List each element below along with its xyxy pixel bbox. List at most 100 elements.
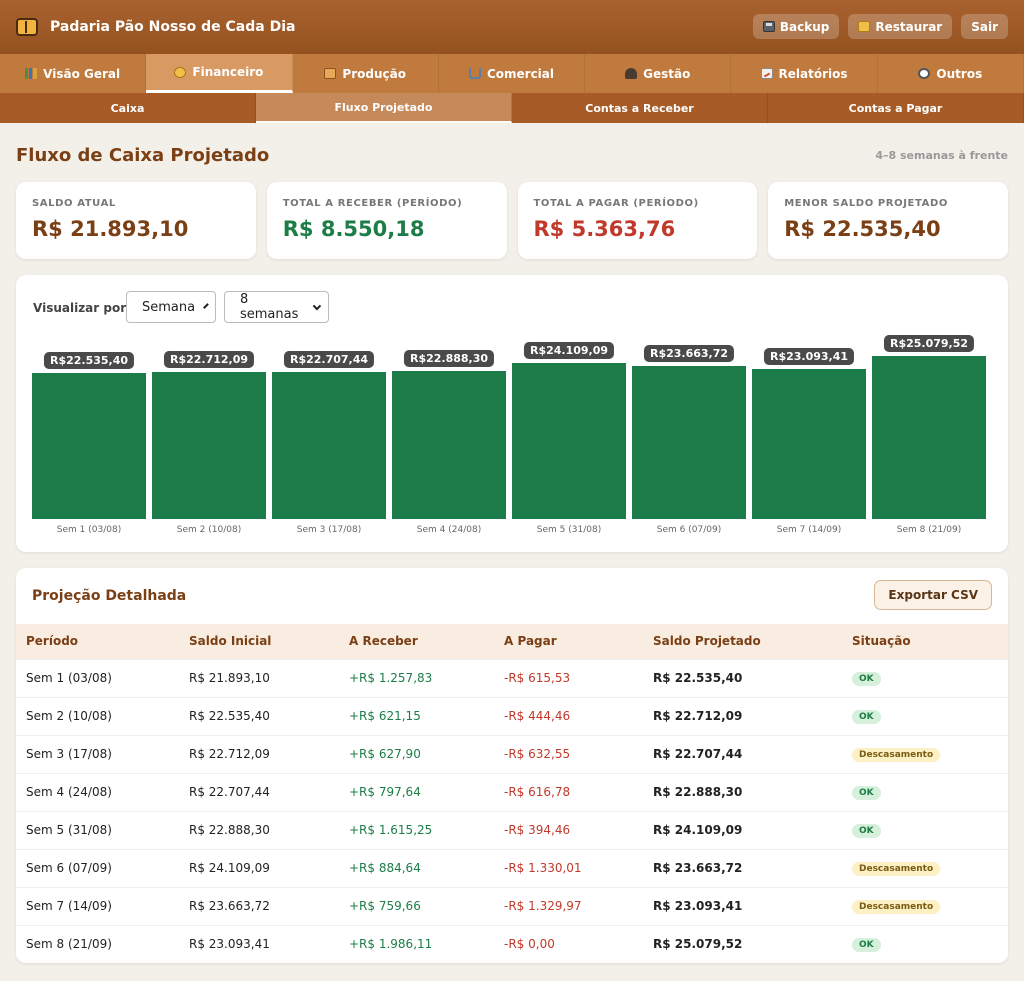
column-header: Período bbox=[26, 634, 79, 649]
x-tick-label: Sem 1 (03/08) bbox=[56, 525, 122, 535]
start-balance-cell: R$ 23.663,72 bbox=[179, 886, 339, 925]
kpi-label: TOTAL A PAGAR (PERÍODO) bbox=[533, 198, 699, 209]
subtab-contas-a-receber[interactable]: Contas a Receber bbox=[512, 93, 768, 123]
app-title: Padaria Pão Nosso de Cada Dia bbox=[50, 19, 296, 35]
payable-cell: -R$ 615,53 bbox=[494, 658, 643, 697]
column-header: Saldo Inicial bbox=[189, 634, 272, 649]
projected-balance-cell: R$ 23.093,41 bbox=[643, 886, 842, 925]
payable-cell: -R$ 394,46 bbox=[494, 810, 643, 849]
tab-visao-geral[interactable]: Visão Geral bbox=[0, 54, 147, 93]
tab-relatorios[interactable]: Relatórios bbox=[731, 54, 878, 93]
start-balance-cell: R$ 22.535,40 bbox=[179, 696, 339, 735]
bar-value-label: R$22.888,30 bbox=[403, 350, 495, 367]
kpi-value: R$ 22.535,40 bbox=[784, 217, 941, 241]
app-header: Padaria Pão Nosso de Cada Dia Backup Res… bbox=[0, 0, 1024, 54]
bar-value-label: R$23.663,72 bbox=[643, 345, 735, 362]
tab-label: Gestão bbox=[643, 66, 691, 81]
kpi-cards: SALDO ATUAL R$ 21.893,10 TOTAL A RECEBER… bbox=[16, 182, 1008, 259]
status-badge: OK bbox=[852, 824, 881, 838]
receivable-cell: +R$ 1.257,83 bbox=[339, 658, 494, 697]
backup-button[interactable]: Backup bbox=[752, 14, 840, 39]
status-badge: OK bbox=[852, 672, 881, 686]
period-cell: Sem 4 (24/08) bbox=[16, 772, 179, 811]
page-subtitle: 4–8 semanas à frente bbox=[875, 149, 1008, 162]
bar-value-label: R$22.707,44 bbox=[283, 351, 375, 368]
kpi-value: R$ 8.550,18 bbox=[282, 217, 425, 241]
period-cell: Sem 8 (21/09) bbox=[16, 924, 179, 963]
x-tick-label: Sem 5 (31/08) bbox=[536, 525, 602, 535]
restore-button[interactable]: Restaurar bbox=[848, 14, 953, 39]
start-balance-cell: R$ 24.109,09 bbox=[179, 848, 339, 887]
kpi-card-saldo-atual: SALDO ATUAL R$ 21.893,10 bbox=[16, 182, 256, 259]
status-cell: OK bbox=[842, 696, 1008, 735]
chart-card: Visualizar por: Semana 8 semanas R$22.53… bbox=[16, 275, 1008, 552]
status-badge: Descasamento bbox=[852, 862, 941, 876]
projected-balance-cell: R$ 25.079,52 bbox=[643, 924, 842, 963]
status-badge: OK bbox=[852, 938, 881, 953]
start-balance-cell: R$ 22.707,44 bbox=[179, 772, 339, 811]
bar-value-label: R$22.535,40 bbox=[43, 352, 135, 369]
payable-cell: -R$ 0,00 bbox=[494, 924, 643, 963]
table-row: Sem 5 (31/08) R$ 22.888,30 +R$ 1.615,25 -R$… bbox=[16, 810, 1008, 849]
logout-button[interactable]: Sair bbox=[961, 14, 1008, 39]
chart-bar bbox=[872, 356, 986, 519]
kpi-value: R$ 5.363,76 bbox=[533, 217, 676, 241]
chart-icon bbox=[25, 68, 38, 79]
table-row: Sem 4 (24/08) R$ 22.707,44 +R$ 797,64 -R$ 6… bbox=[16, 772, 1008, 811]
page-title: Fluxo de Caixa Projetado bbox=[16, 145, 270, 166]
x-tick-label: Sem 3 (17/08) bbox=[296, 525, 362, 535]
table-row: Sem 2 (10/08) R$ 22.535,40 +R$ 621,15 -R$ 4… bbox=[16, 696, 1008, 735]
receivable-cell: +R$ 627,90 bbox=[339, 734, 494, 773]
tab-label: Outros bbox=[936, 66, 983, 81]
x-tick-label: Sem 7 (14/09) bbox=[776, 525, 842, 535]
table-row: Sem 7 (14/09) R$ 23.663,72 +R$ 759,66 -R$ 1… bbox=[16, 886, 1008, 925]
status-cell: OK bbox=[842, 924, 1008, 963]
projected-balance-cell: R$ 22.888,30 bbox=[643, 772, 842, 811]
coin-icon bbox=[174, 66, 187, 78]
bar-value-label: R$24.109,09 bbox=[523, 342, 615, 359]
tab-label: Comercial bbox=[486, 66, 555, 81]
period-cell: Sem 5 (31/08) bbox=[16, 810, 179, 849]
subtab-caixa[interactable]: Caixa bbox=[0, 93, 256, 123]
restore-label: Restaurar bbox=[875, 19, 943, 34]
status-badge: OK bbox=[852, 710, 881, 724]
tab-comercial[interactable]: Comercial bbox=[439, 54, 586, 93]
tab-outros[interactable]: Outros bbox=[878, 54, 1024, 93]
start-balance-cell: R$ 23.093,41 bbox=[179, 924, 339, 963]
export-csv-button[interactable]: Exportar CSV bbox=[874, 580, 992, 610]
period-cell: Sem 2 (10/08) bbox=[16, 696, 179, 735]
subtab-contas-a-pagar[interactable]: Contas a Pagar bbox=[768, 93, 1024, 123]
kpi-label: MENOR SALDO PROJETADO bbox=[784, 198, 948, 209]
period-cell: Sem 6 (07/09) bbox=[16, 848, 179, 887]
projected-balance-cell: R$ 24.109,09 bbox=[643, 810, 842, 849]
kpi-card-total-a-receber: TOTAL A RECEBER (PERÍODO) R$ 8.550,18 bbox=[266, 182, 507, 259]
folder-icon bbox=[858, 21, 871, 32]
chart-bar bbox=[32, 373, 146, 519]
x-tick-label: Sem 4 (24/08) bbox=[416, 525, 482, 535]
receivable-cell: +R$ 1.615,25 bbox=[339, 810, 494, 849]
status-cell: Descasamento bbox=[842, 734, 1008, 773]
x-tick-label: Sem 2 (10/08) bbox=[176, 525, 242, 535]
report-icon bbox=[760, 68, 773, 79]
bar-value-label: R$22.712,09 bbox=[163, 351, 255, 368]
chart-bar bbox=[752, 369, 866, 519]
period-cell: Sem 1 (03/08) bbox=[16, 658, 179, 697]
column-header: A Pagar bbox=[504, 634, 557, 649]
projected-balance-cell: R$ 22.712,09 bbox=[643, 696, 842, 735]
status-cell: Descasamento bbox=[842, 848, 1008, 887]
subtab-fluxo-projetado[interactable]: Fluxo Projetado bbox=[256, 93, 512, 123]
tab-producao[interactable]: Produção bbox=[293, 54, 439, 93]
kpi-card-menor-saldo: MENOR SALDO PROJETADO R$ 22.535,40 bbox=[768, 182, 1008, 259]
table-title: Projeção Detalhada bbox=[32, 588, 187, 604]
tab-gestao[interactable]: Gestão bbox=[585, 54, 732, 93]
receivable-cell: +R$ 621,15 bbox=[339, 696, 494, 735]
kpi-card-total-a-pagar: TOTAL A PAGAR (PERÍODO) R$ 5.363,76 bbox=[517, 182, 758, 259]
table-header-row: Período Saldo Inicial A Receber A Pagar … bbox=[16, 624, 1008, 659]
status-cell: OK bbox=[842, 772, 1008, 811]
tab-financeiro[interactable]: Financeiro bbox=[146, 54, 293, 93]
receivable-cell: +R$ 759,66 bbox=[339, 886, 494, 925]
tab-label: Produção bbox=[342, 66, 406, 81]
kpi-label: TOTAL A RECEBER (PERÍODO) bbox=[282, 198, 463, 209]
bread-logo-icon bbox=[16, 18, 38, 36]
cart-icon bbox=[468, 68, 481, 79]
